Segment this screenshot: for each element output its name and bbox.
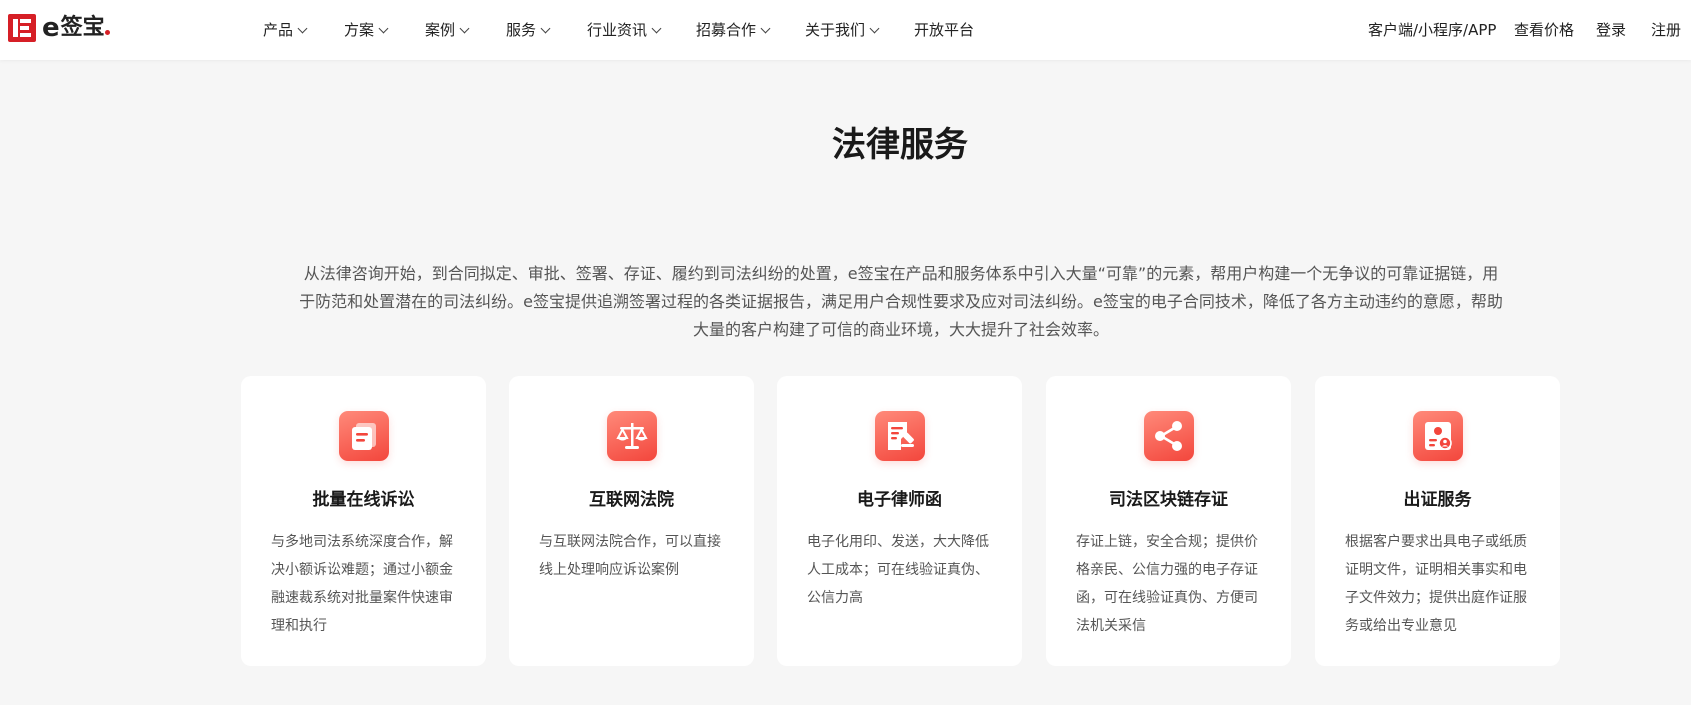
nav-item-solutions[interactable]: 方案: [344, 20, 389, 40]
card-desc: 电子化用印、发送，大大降低人工成本；可在线验证真伪、公信力高: [807, 534, 989, 606]
nav-item-partners[interactable]: 招募合作: [696, 20, 771, 40]
chevron-down-icon: [869, 23, 880, 33]
logo-mark-icon: [8, 14, 36, 42]
card-title: 出证服务: [1403, 490, 1472, 510]
gavel-document-icon: [875, 411, 925, 461]
logo-e: e: [42, 13, 60, 43]
page-title: 法律服务: [832, 125, 968, 165]
service-card-internet-court[interactable]: 互联网法院 与互联网法院合作，可以直接线上处理响应诉讼案例: [509, 376, 754, 666]
nav-item-open-platform[interactable]: 开放平台: [914, 20, 974, 40]
scales-icon: [607, 411, 657, 461]
card-title: 批量在线诉讼: [312, 490, 415, 510]
card-desc: 与多地司法系统深度合作，解决小额诉讼难题；通过小额金融速裁系统对批量案件快速审理…: [271, 534, 453, 634]
pricing-link[interactable]: 查看价格: [1514, 20, 1574, 40]
nav-item-services[interactable]: 服务: [506, 20, 551, 40]
service-card-lawyer-letter[interactable]: 电子律师函 电子化用印、发送，大大降低人工成本；可在线验证真伪、公信力高: [777, 376, 1022, 666]
card-title: 电子律师函: [857, 490, 942, 510]
section-intro: 从法律咨询开始，到合同拟定、审批、签署、存证、履约到司法纠纷的处置，e签宝在产品…: [299, 264, 1503, 339]
nav-item-products[interactable]: 产品: [263, 20, 308, 40]
esign-logo[interactable]: e 签宝: [8, 13, 110, 43]
nav-item-cases[interactable]: 案例: [425, 20, 470, 40]
certificate-icon: [1413, 411, 1463, 461]
logo-name: 签宝: [61, 14, 110, 42]
chevron-down-icon: [459, 23, 470, 33]
top-header: e 签宝 产品 方案 案例 服务 行业资讯 招募合作 关于我们 开放平台 客户端…: [0, 0, 1691, 60]
card-title: 司法区块链存证: [1109, 490, 1228, 510]
client-app-link[interactable]: 客户端/小程序/APP: [1368, 20, 1496, 40]
card-desc: 存证上链，安全合规；提供价格亲民、公信力强的电子存证函，可在线验证真伪、方便司法…: [1076, 534, 1258, 634]
document-stack-icon: [339, 411, 389, 461]
card-desc: 与互联网法院合作，可以直接线上处理响应诉讼案例: [539, 534, 721, 578]
login-link[interactable]: 登录: [1596, 20, 1626, 40]
nav-item-about[interactable]: 关于我们: [805, 20, 880, 40]
card-desc: 根据客户要求出具电子或纸质证明文件，证明相关事实和电子文件效力；提供出庭作证服务…: [1345, 534, 1527, 634]
register-link[interactable]: 注册: [1651, 20, 1681, 40]
chevron-down-icon: [297, 23, 308, 33]
share-nodes-icon: [1144, 411, 1194, 461]
chevron-down-icon: [760, 23, 771, 33]
service-card-batch-litigation[interactable]: 批量在线诉讼 与多地司法系统深度合作，解决小额诉讼难题；通过小额金融速裁系统对批…: [241, 376, 486, 666]
chevron-down-icon: [651, 23, 662, 33]
service-card-blockchain-evidence[interactable]: 司法区块链存证 存证上链，安全合规；提供价格亲民、公信力强的电子存证函，可在线验…: [1046, 376, 1291, 666]
chevron-down-icon: [378, 23, 389, 33]
nav-item-industry-news[interactable]: 行业资讯: [587, 20, 662, 40]
card-title: 互联网法院: [589, 490, 674, 510]
service-card-certification[interactable]: 出证服务 根据客户要求出具电子或纸质证明文件，证明相关事实和电子文件效力；提供出…: [1315, 376, 1560, 666]
chevron-down-icon: [540, 23, 551, 33]
